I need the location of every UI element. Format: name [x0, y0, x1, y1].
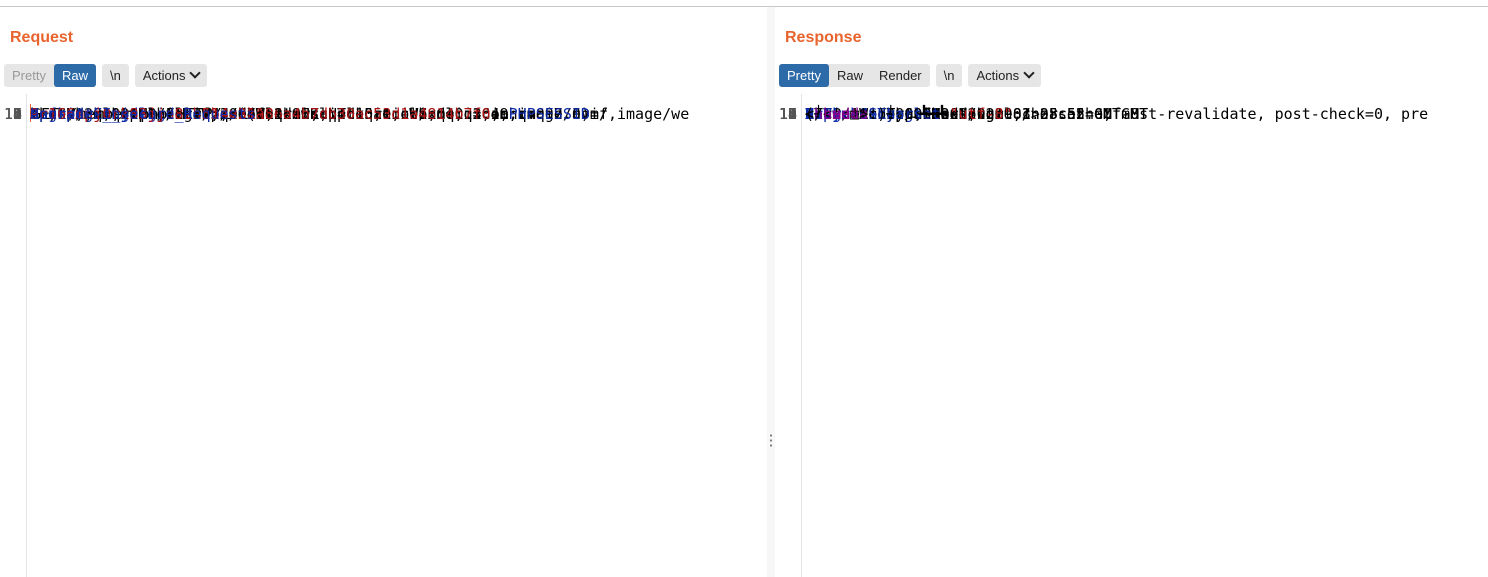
response-actions-group: Actions [968, 64, 1042, 87]
request-title: Request [10, 29, 74, 46]
request-line-number: 12 [3, 105, 22, 123]
request-tab-raw[interactable]: Raw [53, 64, 96, 87]
request-line-text: Upgrade-Insecure-Requests: 1 [30, 103, 767, 126]
request-tab-pretty[interactable]: Pretty [4, 64, 54, 87]
request-panel: Request Pretty Raw \n Actions 1 GET /memb… [0, 7, 767, 577]
response-view-tabs: Pretty Raw Render [779, 64, 930, 87]
response-actions-button[interactable]: Actions [968, 64, 1041, 87]
panel-splitter[interactable] [767, 7, 775, 577]
chevron-down-icon [1023, 67, 1035, 79]
response-tab-raw[interactable]: Raw [829, 64, 871, 87]
chevron-down-icon [189, 67, 202, 79]
response-line-number: 18 [778, 105, 797, 123]
response-tab-pretty[interactable]: Pretty [779, 64, 829, 87]
request-view-tabs: Pretty Raw [4, 64, 96, 87]
response-newline-toggle[interactable]: \n [936, 64, 963, 87]
request-editor[interactable]: 1 GET /member.php HTTP/1.1 2 Host: eci-2zee… [0, 94, 767, 577]
response-title: Response [785, 29, 862, 46]
response-panel: Response Pretty Raw Render \n Actions 1H… [775, 7, 1488, 577]
request-actions-button[interactable]: Actions [135, 64, 208, 87]
response-tab-render[interactable]: Render [871, 64, 930, 87]
response-editor[interactable]: 1 HTTP/1.1 200 OK 2 Date: Wed, 09 Mar 2022 … [775, 94, 1488, 577]
drag-handle-icon[interactable] [770, 433, 772, 447]
response-token: (╯ ' □' )╯ ︵┻━┻ [805, 105, 947, 123]
response-line-text: (╯ ' □' )╯ ︵┻━┻ [805, 103, 1488, 126]
request-token: : 1 [255, 105, 283, 123]
request-actions-group: Actions [134, 64, 208, 87]
response-newline-group: \n [935, 64, 963, 87]
response-actions-label: Actions [976, 68, 1020, 83]
request-token: Upgrade-Insecure-Requests [30, 105, 256, 123]
request-newline-group: \n [101, 64, 129, 87]
request-newline-toggle[interactable]: \n [102, 64, 129, 87]
request-actions-label: Actions [142, 68, 186, 83]
request-toolbar: Pretty Raw \n Actions [4, 64, 213, 87]
response-toolbar: Pretty Raw Render \n Actions [779, 64, 1047, 87]
response-line-gutter [775, 94, 802, 577]
request-line-gutter [0, 94, 27, 577]
